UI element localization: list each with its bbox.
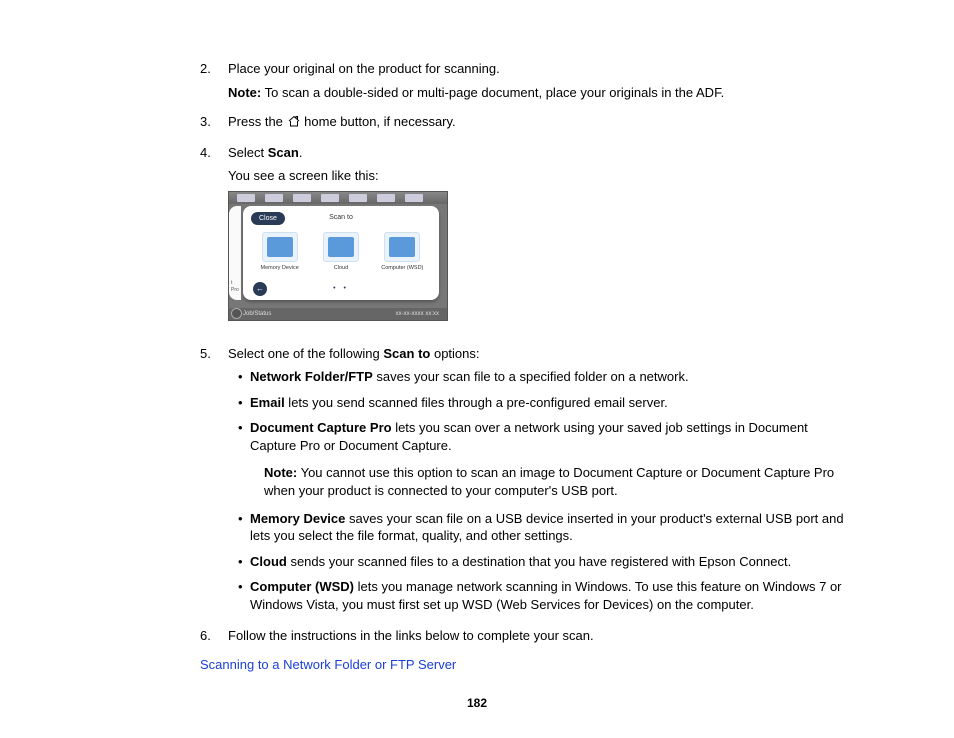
corner-icon	[231, 308, 242, 319]
option-email: Email lets you send scanned files throug…	[236, 394, 854, 412]
step-text: Place your original on the product for s…	[228, 60, 854, 78]
option-computer-wsd: Computer (WSD) lets you manage network s…	[236, 578, 854, 613]
step-2-note: Note: To scan a double-sided or multi-pa…	[228, 84, 854, 102]
panel-title: Scan to	[243, 213, 439, 222]
computer-icon	[384, 232, 420, 262]
scanning-network-folder-link[interactable]: Scanning to a Network Folder or FTP Serv…	[200, 657, 854, 672]
scan-options-row: Memory Device Cloud Computer (WSD)	[243, 232, 439, 271]
job-status-label: Job/Status	[243, 310, 271, 318]
datetime-label: xx-xx-xxxx xx:xx	[396, 310, 439, 318]
step-2: 2. Place your original on the product fo…	[200, 60, 854, 107]
step-number: 2.	[200, 60, 228, 107]
note-text: To scan a double-sided or multi-page doc…	[261, 85, 724, 100]
step-3: 3. Press the home button, if necessary.	[200, 113, 854, 138]
screenshot-left-edge: t Pro	[229, 206, 241, 300]
computer-wsd-option: Computer (WSD)	[380, 232, 424, 271]
step-text: Press the home button, if necessary.	[228, 113, 854, 132]
page-number: 182	[0, 696, 954, 710]
step-6: 6. Follow the instructions in the links …	[200, 627, 854, 651]
step-text: Select Scan.	[228, 144, 854, 162]
home-icon	[287, 114, 301, 132]
step-5: 5. Select one of the following Scan to o…	[200, 345, 854, 622]
cloud-icon	[323, 232, 359, 262]
step-4: 4. Select Scan. You see a screen like th…	[200, 144, 854, 339]
option-network-folder: Network Folder/FTP saves your scan file …	[236, 368, 854, 386]
option-document-capture-pro: Document Capture Pro lets you scan over …	[236, 419, 854, 499]
step-number: 6.	[200, 627, 228, 651]
screenshot-topbar	[229, 192, 447, 204]
pager-dots: • •	[243, 284, 439, 293]
step-number: 3.	[200, 113, 228, 138]
option-c-note: Note: You cannot use this option to scan…	[264, 464, 854, 499]
step-number: 4.	[200, 144, 228, 339]
instruction-list: 2. Place your original on the product fo…	[200, 60, 854, 651]
screenshot-panel: Close Scan to Memory Device Cloud Comput…	[243, 206, 439, 300]
option-memory-device: Memory Device saves your scan file on a …	[236, 510, 854, 545]
step-number: 5.	[200, 345, 228, 622]
scan-to-screenshot: t Pro Close Scan to Memory Device Cloud …	[228, 191, 448, 321]
step-text: Follow the instructions in the links bel…	[228, 627, 854, 645]
scan-to-options-list: Network Folder/FTP saves your scan file …	[236, 368, 854, 613]
memory-device-option: Memory Device	[258, 232, 302, 271]
step-followup: You see a screen like this:	[228, 167, 854, 185]
cloud-option: Cloud	[319, 232, 363, 271]
memory-device-icon	[262, 232, 298, 262]
step-text: Select one of the following Scan to opti…	[228, 345, 854, 363]
note-label: Note:	[228, 85, 261, 100]
document-page: 2. Place your original on the product fo…	[0, 0, 954, 738]
screenshot-bottombar: Job/Status xx-xx-xxxx xx:xx	[229, 308, 447, 320]
option-cloud: Cloud sends your scanned files to a dest…	[236, 553, 854, 571]
